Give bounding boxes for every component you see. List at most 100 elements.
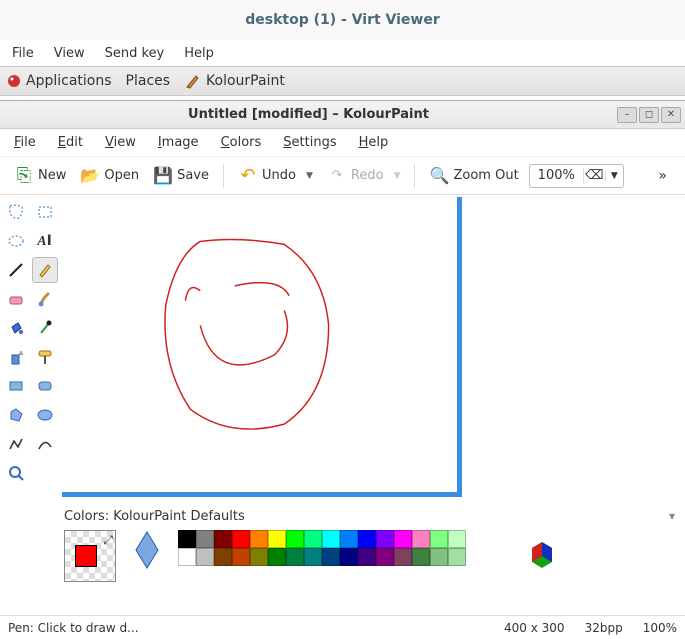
palette-swatch[interactable] <box>214 548 232 566</box>
palette-swatch[interactable] <box>268 530 286 548</box>
chevron-down-icon[interactable]: ▼ <box>605 171 623 181</box>
tool-eraser[interactable] <box>3 286 29 312</box>
palette-swatch[interactable] <box>412 530 430 548</box>
virt-menu-help[interactable]: Help <box>184 46 214 61</box>
palette-swatch[interactable] <box>394 530 412 548</box>
palette-swatch[interactable] <box>322 548 340 566</box>
swap-colors-icon[interactable]: ⤢ <box>103 533 113 548</box>
menu-colors[interactable]: Colors <box>221 135 262 150</box>
save-icon: 💾 <box>153 166 173 186</box>
palette-swatch[interactable] <box>358 530 376 548</box>
color-cube-icon[interactable] <box>524 536 560 572</box>
palette-swatch[interactable] <box>394 548 412 566</box>
menu-settings[interactable]: Settings <box>283 135 336 150</box>
palette-swatch[interactable] <box>448 548 466 566</box>
palette-swatch[interactable] <box>286 530 304 548</box>
palette-swatch[interactable] <box>214 530 232 548</box>
undo-button[interactable]: ↶ Undo ▼ <box>234 164 317 188</box>
tool-ellipse[interactable] <box>32 402 58 428</box>
canvas[interactable] <box>62 197 462 497</box>
foreground-swatch[interactable] <box>75 545 97 567</box>
palette-swatch[interactable] <box>250 548 268 566</box>
virt-menu-file[interactable]: File <box>12 46 34 61</box>
undo-label: Undo <box>262 168 296 183</box>
palette-swatch[interactable] <box>376 548 394 566</box>
tool-zoom[interactable] <box>3 460 29 486</box>
virt-menu-view[interactable]: View <box>54 46 85 61</box>
zoom-out-button[interactable]: 🔍 Zoom Out <box>425 164 522 188</box>
palette-swatch[interactable] <box>268 548 286 566</box>
clear-icon[interactable]: ⌫ <box>583 168 605 183</box>
palette-swatch[interactable] <box>430 530 448 548</box>
kolourpaint-window: Untitled [modified] – KolourPaint – ◻ ✕ … <box>0 100 685 639</box>
open-button[interactable]: 📂 Open <box>76 164 143 188</box>
save-button[interactable]: 💾 Save <box>149 164 213 188</box>
palette-swatch[interactable] <box>232 530 250 548</box>
menu-help[interactable]: Help <box>359 135 389 150</box>
separator <box>414 164 415 188</box>
palette-swatch[interactable] <box>358 548 376 566</box>
window-title: Untitled [modified] – KolourPaint <box>0 107 617 122</box>
tool-line[interactable] <box>3 257 29 283</box>
redo-button: ↷ Redo ▼ <box>323 164 405 188</box>
panel-task-kolourpaint[interactable]: KolourPaint <box>184 72 285 90</box>
tool-roller[interactable] <box>32 344 58 370</box>
palette-swatch[interactable] <box>430 548 448 566</box>
palette-swatch[interactable] <box>304 548 322 566</box>
tool-rect[interactable] <box>3 373 29 399</box>
tool-rect-select[interactable] <box>32 199 58 225</box>
tool-curve[interactable] <box>32 431 58 457</box>
menu-file[interactable]: File <box>14 135 36 150</box>
palette-swatch[interactable] <box>448 530 466 548</box>
folder-open-icon: 📂 <box>80 166 100 186</box>
menu-view[interactable]: View <box>105 135 136 150</box>
titlebar[interactable]: Untitled [modified] – KolourPaint – ◻ ✕ <box>0 101 685 129</box>
minimize-button[interactable]: – <box>617 107 637 123</box>
palette-swatch[interactable] <box>412 548 430 566</box>
main-area: AI <box>0 195 685 505</box>
palette-swatch[interactable] <box>304 530 322 548</box>
chevron-down-icon[interactable]: ▼ <box>306 171 313 181</box>
menu-edit[interactable]: Edit <box>58 135 83 150</box>
tool-pen[interactable] <box>32 257 58 283</box>
tool-polyline[interactable] <box>3 431 29 457</box>
palette-swatch[interactable] <box>232 548 250 566</box>
palette-swatch[interactable] <box>376 530 394 548</box>
virt-viewer-title: desktop (1) - Virt Viewer <box>0 0 685 40</box>
colors-menu-icon[interactable]: ▾ <box>669 509 675 524</box>
panel-places[interactable]: Places <box>126 73 171 89</box>
palette-swatch[interactable] <box>250 530 268 548</box>
palette-swatch[interactable] <box>340 548 358 566</box>
tool-spray[interactable] <box>3 344 29 370</box>
palette-swatch[interactable] <box>178 548 196 566</box>
tool-free-select[interactable] <box>3 199 29 225</box>
new-button[interactable]: ⎘ New <box>10 164 70 188</box>
maximize-button[interactable]: ◻ <box>639 107 659 123</box>
tool-polygon[interactable] <box>3 402 29 428</box>
status-zoom: 100% <box>643 621 677 635</box>
color-fgbg-selector[interactable]: ⤢ <box>64 530 116 582</box>
tool-text[interactable]: AI <box>32 228 58 254</box>
menu-image[interactable]: Image <box>158 135 199 150</box>
panel-applications[interactable]: Applications <box>6 73 112 89</box>
palette-swatch[interactable] <box>286 548 304 566</box>
palette-swatch[interactable] <box>178 530 196 548</box>
close-button[interactable]: ✕ <box>661 107 681 123</box>
toolbox: AI <box>0 195 60 505</box>
toolbar-overflow-icon[interactable]: » <box>658 168 675 184</box>
palette-swatch[interactable] <box>196 530 214 548</box>
virt-menu-sendkey[interactable]: Send key <box>105 46 165 61</box>
zoom-out-icon: 🔍 <box>429 166 449 186</box>
zoom-combo[interactable]: 100% ⌫ ▼ <box>529 164 624 188</box>
tool-fill[interactable] <box>3 315 29 341</box>
separator <box>223 164 224 188</box>
palette-swatch[interactable] <box>196 548 214 566</box>
palette-swatch[interactable] <box>322 530 340 548</box>
tool-rounded-rect[interactable] <box>32 373 58 399</box>
tool-brush[interactable] <box>32 286 58 312</box>
app-menubar: File Edit View Image Colors Settings Hel… <box>0 129 685 157</box>
canvas-viewport[interactable] <box>60 195 685 505</box>
tool-ellipse-select[interactable] <box>3 228 29 254</box>
palette-swatch[interactable] <box>340 530 358 548</box>
tool-color-picker[interactable] <box>32 315 58 341</box>
